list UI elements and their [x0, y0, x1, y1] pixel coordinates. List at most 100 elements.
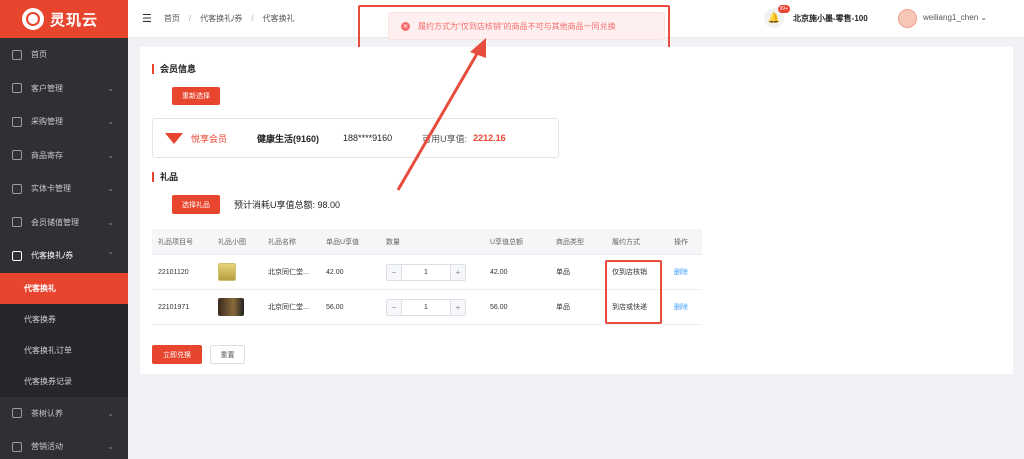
breadcrumb-current: 代客换礼 — [262, 14, 295, 23]
member-level: 悦享会员 — [191, 133, 228, 144]
chevron-down-icon: ⌄ — [107, 150, 114, 160]
sidebar-item-stored-value[interactable]: 会员储值管理 ⌄ — [0, 206, 128, 240]
purchase-icon — [12, 116, 22, 127]
cell-total: 56.00 — [490, 303, 508, 311]
quantity-stepper: − 1 + — [386, 263, 466, 281]
chevron-down-icon: ⌄ — [107, 442, 114, 452]
sidebar-item-cards[interactable]: 实体卡管理 ⌄ — [0, 172, 128, 206]
quantity-input[interactable]: 1 — [401, 264, 451, 280]
chevron-down-icon: ⌄ — [107, 83, 114, 93]
u-value: 2212.16 — [473, 133, 506, 143]
sidebar-item-label: 会员储值管理 — [31, 217, 79, 227]
reset-button[interactable]: 重置 — [210, 345, 245, 364]
grid-icon — [12, 49, 22, 60]
total-u-value: 预计消耗U享值总额: 98.00 — [234, 200, 341, 210]
table-header: 礼品项目号 礼品小图 礼品名称 单品U享值 数量 U享值总额 商品类型 履约方式… — [152, 229, 702, 255]
chevron-down-icon: ⌄ — [107, 408, 114, 418]
gift-thumbnail — [218, 263, 236, 281]
sidebar-item-label: 首页 — [31, 50, 47, 60]
book-icon — [12, 183, 22, 194]
cell-total: 42.00 — [490, 268, 508, 276]
sidebar-item-marketing[interactable]: 营销活动 ⌄ — [0, 430, 128, 459]
brand-logo[interactable]: 灵玑云 — [0, 0, 128, 38]
column-header: 数量 — [386, 238, 400, 246]
section-title-member: 会员信息 — [152, 64, 196, 74]
decrement-button[interactable]: − — [387, 264, 401, 280]
redeem-button[interactable]: 立即兑换 — [152, 345, 202, 364]
breadcrumb-exchange[interactable]: 代客换礼/券 — [200, 13, 242, 24]
sidebar-subitem-gift-orders[interactable]: 代客换礼订单 — [0, 334, 128, 366]
sidebar-item-label: 营销活动 — [31, 442, 63, 452]
username: weiliang1_chen — [923, 13, 979, 22]
sidebar-item-storage[interactable]: 商品寄存 ⌄ — [0, 139, 128, 173]
delete-link[interactable]: 删除 — [668, 267, 702, 277]
chevron-down-icon: ⌄ — [107, 117, 114, 127]
sidebar-item-label: 商品寄存 — [31, 150, 63, 160]
sidebar-subitem-coupon-records[interactable]: 代客换券记录 — [0, 365, 128, 397]
gift-thumbnail — [218, 298, 244, 316]
quantity-input[interactable]: 1 — [401, 299, 451, 315]
heart-icon — [12, 408, 22, 419]
user-card-icon — [12, 83, 22, 94]
cell-type: 单品 — [556, 269, 570, 276]
increment-button[interactable]: + — [451, 299, 465, 315]
sidebar-subitem-coupon-exchange[interactable]: 代客换券 — [0, 303, 128, 335]
cell-name: 北京同仁堂... — [268, 269, 309, 276]
cell-name: 北京同仁堂... — [268, 304, 309, 311]
avatar[interactable] — [898, 9, 917, 28]
decrement-button[interactable]: − — [387, 299, 401, 315]
select-gift-button[interactable]: 选择礼品 — [172, 195, 220, 214]
sidebar-item-label: 茶树认养 — [31, 408, 63, 418]
cell-thumb — [212, 263, 262, 281]
cell-type: 单品 — [556, 304, 570, 311]
column-header: 礼品项目号 — [158, 238, 193, 246]
member-phone: 188****9160 — [343, 133, 393, 143]
sidebar-item-purchase[interactable]: 采购管理 ⌄ — [0, 105, 128, 139]
notification-bell-icon[interactable]: 🔔 99+ — [764, 5, 790, 28]
box-icon — [12, 150, 22, 161]
sidebar-item-label: 实体卡管理 — [31, 184, 71, 194]
column-header: 操作 — [674, 238, 688, 246]
chevron-down-icon: ⌄ — [107, 217, 114, 227]
sidebar: 灵玑云 首页 客户管理 ⌄ 采购管理 ⌄ 商品寄存 ⌄ 实体卡管理 ⌄ 会员储值… — [0, 0, 128, 459]
cell-id: 22101120 — [158, 268, 189, 276]
chevron-up-icon: ⌃ — [107, 251, 114, 261]
increment-button[interactable]: + — [451, 264, 465, 280]
column-header: 礼品小图 — [218, 238, 246, 246]
sidebar-item-label: 客户管理 — [31, 83, 63, 93]
cart-icon — [12, 250, 22, 261]
sidebar-item-label: 代客换礼/券 — [31, 251, 74, 261]
store-name[interactable]: 北京施小墨-零售-100 — [793, 13, 868, 24]
breadcrumb: 首页 / 代客换礼/券 / 代客换礼 — [164, 13, 295, 24]
cell-unit: 42.00 — [326, 268, 344, 276]
u-value-label: 可用U享值: — [422, 133, 468, 144]
notification-badge: 99+ — [777, 5, 790, 13]
sidebar-item-label: 采购管理 — [31, 117, 63, 127]
annotation-box-fulfillment — [605, 260, 662, 324]
column-header: U享值总额 — [490, 238, 524, 246]
sidebar-item-exchange[interactable]: 代客换礼/券 ⌃ — [0, 239, 128, 273]
cell-qty: − 1 + — [380, 298, 484, 316]
megaphone-icon — [12, 441, 22, 452]
sidebar-item-customers[interactable]: 客户管理 ⌄ — [0, 72, 128, 106]
annotation-box-toast — [358, 5, 670, 52]
column-header: 履约方式 — [612, 238, 640, 246]
chevron-down-icon: ⌄ — [980, 13, 988, 22]
cell-id: 22101971 — [158, 303, 190, 311]
sidebar-item-home[interactable]: 首页 — [0, 38, 128, 72]
user-menu[interactable]: weiliang1_chen ⌄ — [923, 13, 987, 22]
breadcrumb-home[interactable]: 首页 — [164, 13, 180, 24]
member-card: 悦享会员 健康生活(9160) 188****9160 可用U享值: 2212.… — [152, 118, 559, 158]
column-header: 商品类型 — [556, 238, 584, 246]
reselect-member-button[interactable]: 重新选择 — [172, 87, 220, 105]
chevron-down-icon: ⌄ — [107, 184, 114, 194]
delete-link[interactable]: 删除 — [668, 302, 702, 312]
member-name: 健康生活(9160) — [257, 133, 320, 144]
sidebar-subitem-gift-exchange[interactable]: 代客换礼 — [0, 272, 128, 304]
logo-icon — [22, 8, 44, 30]
brand-name: 灵玑云 — [50, 11, 99, 29]
quantity-stepper: − 1 + — [386, 298, 466, 316]
sidebar-item-tea-adoption[interactable]: 茶树认养 ⌄ — [0, 397, 128, 431]
diamond-icon — [165, 132, 183, 144]
menu-toggle-icon[interactable]: ☰ — [142, 12, 152, 25]
